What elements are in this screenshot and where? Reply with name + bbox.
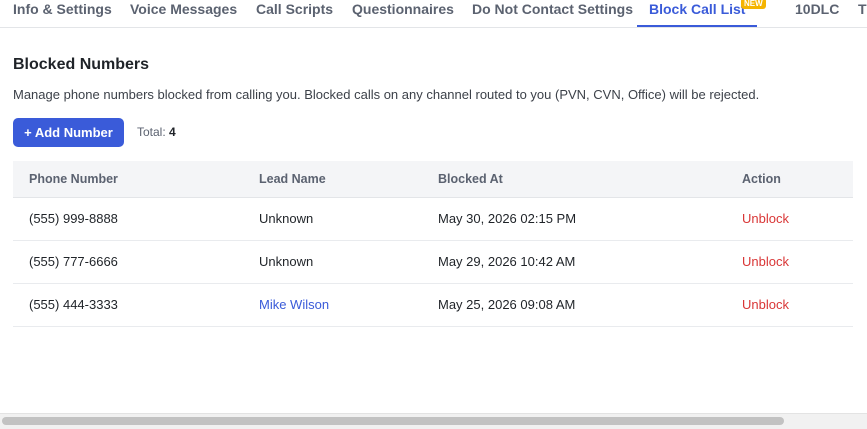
tab-do-not-contact-settings[interactable]: Do Not Contact Settings [472,0,633,27]
column-header-action: Action [741,161,853,198]
lead-cell: Unknown [258,197,437,241]
phone-cell: (555) 999-8888 [13,197,258,241]
unblock-link[interactable]: Unblock [742,297,789,312]
tab-overflow[interactable]: T [858,0,867,27]
tab-call-scripts[interactable]: Call Scripts [256,0,333,27]
scrollbar-thumb[interactable] [2,417,784,425]
blocked-at-cell: May 29, 2026 10:42 AM [437,240,741,284]
tab-info-settings[interactable]: Info & Settings [13,0,112,27]
tab-block-call-list[interactable]: Block Call List [637,0,758,27]
lead-name-link[interactable]: Mike Wilson [259,297,329,312]
total-label: Total: [137,125,166,139]
tab-questionnaires[interactable]: Questionnaires [352,0,454,27]
blocked-at-cell: May 30, 2026 02:15 PM [437,197,741,241]
total-value: 4 [169,125,176,139]
total-count: Total: 4 [137,125,176,139]
add-number-button[interactable]: + Add Number [13,118,124,147]
section-description: Manage phone numbers blocked from callin… [13,87,760,102]
table-row: (555) 777-6666 Unknown May 29, 2026 10:4… [13,240,853,284]
column-header-phone: Phone Number [13,161,258,198]
tab-block-call-list-label: Block Call List [649,1,746,17]
lead-cell: Unknown [258,240,437,284]
unblock-link[interactable]: Unblock [742,211,789,226]
phone-cell: (555) 777-6666 [13,240,258,284]
horizontal-scrollbar[interactable] [0,413,867,429]
section-title: Blocked Numbers [13,56,150,73]
phone-cell: (555) 444-3333 [13,283,258,327]
blocked-numbers-table: Phone Number Lead Name Blocked At Action… [13,161,853,327]
blocked-at-cell: May 25, 2026 09:08 AM [437,283,741,327]
tab-bar: Info & Settings Voice Messages Call Scri… [0,0,867,28]
tab-voice-messages[interactable]: Voice Messages [130,0,237,27]
table-row: (555) 999-8888 Unknown May 30, 2026 02:1… [13,197,853,241]
tab-10dlc[interactable]: 10DLC [795,0,839,27]
column-header-lead: Lead Name [258,161,437,198]
column-header-blocked-at: Blocked At [437,161,741,198]
table-row: (555) 444-3333 Mike Wilson May 25, 2026 … [13,283,853,327]
table-header-row: Phone Number Lead Name Blocked At Action [13,161,853,198]
new-badge: NEW [741,0,766,9]
unblock-link[interactable]: Unblock [742,254,789,269]
